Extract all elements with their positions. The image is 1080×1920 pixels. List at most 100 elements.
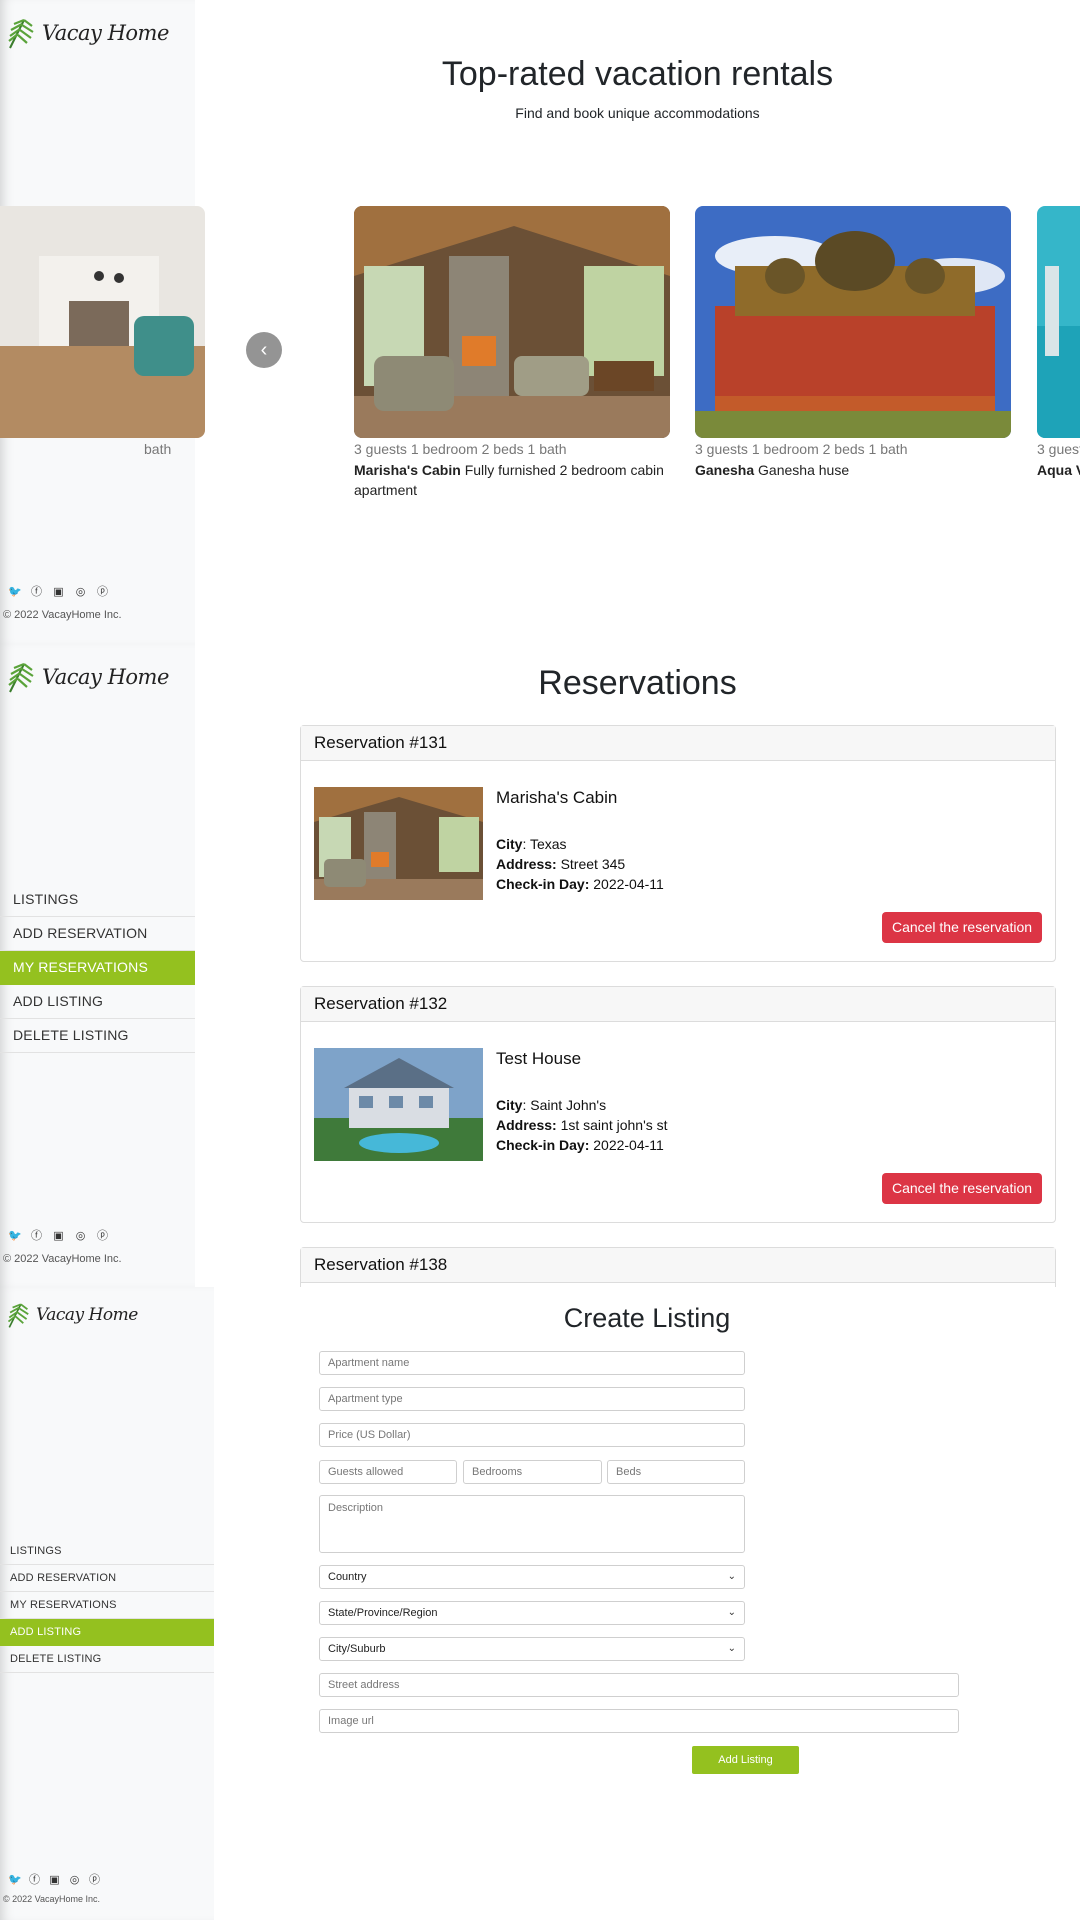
price-input[interactable]: Price (US Dollar)	[319, 1423, 745, 1447]
page-title: Create Listing	[563, 1303, 731, 1333]
apartment-name-input[interactable]: Apartment name	[319, 1351, 745, 1375]
vimeo-icon[interactable]: ▣	[48, 1874, 61, 1887]
logo[interactable]: Vacay Home	[6, 658, 169, 696]
listing-meta: 3 guests 1 bedroom 2 beds 1 bath	[695, 441, 908, 457]
pinterest-icon[interactable]: ⓟ	[96, 586, 109, 599]
carousel-prev-button[interactable]: ‹	[246, 332, 282, 368]
listing-name: Marisha's Cabin	[354, 462, 461, 478]
nav-add-listing[interactable]: Add Listing	[0, 1619, 214, 1646]
instagram-icon[interactable]: ◎	[68, 1874, 81, 1887]
chevron-down-icon: ⌄	[727, 1643, 736, 1654]
street-address-input[interactable]: Street address	[319, 1673, 959, 1697]
chevron-down-icon: ⌄	[727, 1607, 736, 1618]
reservation-address: Address: Street 345	[496, 856, 626, 872]
nav-listings[interactable]: Listings	[0, 1538, 214, 1565]
pinterest-icon[interactable]: ⓟ	[96, 1230, 109, 1243]
image-url-input[interactable]: Image url	[319, 1709, 959, 1733]
palm-leaf-icon	[8, 662, 34, 693]
brand-name: Vacay Home	[42, 665, 169, 689]
listing-meta: bath	[144, 441, 172, 457]
listing-card[interactable]: bath	[0, 206, 205, 460]
nav-listings[interactable]: Listings	[0, 883, 195, 917]
state-select[interactable]: State/Province/Region ⌄	[319, 1601, 745, 1625]
sidebar: Vacay Home Listings Add Reservation My R…	[0, 644, 195, 1287]
logo[interactable]: Vacay Home	[6, 1299, 138, 1331]
listing-image[interactable]	[354, 206, 670, 438]
listing-image[interactable]	[695, 206, 1011, 438]
facebook-icon[interactable]: ⓕ	[28, 1874, 41, 1887]
chevron-down-icon: ⌄	[727, 1571, 736, 1582]
apartment-type-input[interactable]: Apartment type	[319, 1387, 745, 1411]
brand-name: Vacay Home	[36, 1305, 138, 1325]
facebook-icon[interactable]: ⓕ	[30, 1230, 43, 1243]
reservation-address: Address: 1st saint john's st	[496, 1117, 668, 1133]
city-select[interactable]: City/Suburb ⌄	[319, 1637, 745, 1661]
instagram-icon[interactable]: ◎	[74, 586, 87, 599]
palm-leaf-icon	[8, 18, 34, 49]
listings-screen: Vacay Home Listings Add Reservation My R…	[0, 0, 1080, 644]
listing-description: Aqua V	[1037, 460, 1080, 480]
reservation-listing-name: Marisha's Cabin	[496, 788, 618, 807]
nav-add-reservation[interactable]: Add Reservation	[0, 1565, 214, 1592]
listing-card[interactable]: 3 guests Aqua V	[1037, 206, 1080, 480]
reservation-city: City: Texas	[496, 836, 567, 852]
twitter-icon[interactable]: 🐦	[8, 1230, 22, 1243]
cancel-reservation-button[interactable]: Cancel the reservation	[882, 1173, 1042, 1204]
facebook-icon[interactable]: ⓕ	[30, 586, 43, 599]
copyright: © 2022 VacayHome Inc.	[3, 609, 122, 621]
nav-delete-listing[interactable]: Delete Listing	[0, 1646, 214, 1673]
guests-input[interactable]: Guests allowed	[319, 1460, 457, 1484]
listing-meta: 3 guests	[1037, 441, 1080, 457]
reservation-city: City: Saint John's	[496, 1097, 607, 1113]
cancel-reservation-button[interactable]: Cancel the reservation	[882, 912, 1042, 943]
page-title: Top-rated vacation rentals	[441, 55, 834, 93]
twitter-icon[interactable]: 🐦	[8, 1874, 22, 1887]
country-select[interactable]: Country ⌄	[319, 1565, 745, 1589]
nav-delete-listing[interactable]: Delete Listing	[0, 1019, 195, 1053]
twitter-icon[interactable]: 🐦	[8, 586, 22, 599]
reservation-image	[314, 1048, 483, 1161]
description-textarea[interactable]: Description	[319, 1495, 745, 1553]
beds-input[interactable]: Beds	[607, 1460, 745, 1484]
sidebar-nav: Listings Add Reservation My Reservations…	[0, 1538, 214, 1673]
chevron-left-icon: ‹	[260, 339, 268, 361]
listing-description: Ganesha Ganesha huse	[695, 462, 850, 478]
reservation-checkin: Check-in Day: 2022-04-11	[496, 1137, 664, 1153]
instagram-icon[interactable]: ◎	[74, 1230, 87, 1243]
listing-image[interactable]	[1037, 206, 1080, 438]
reservation-image	[314, 787, 483, 900]
social-links: 🐦 ⓕ ▣ ◎ ⓟ	[8, 586, 109, 599]
nav-add-reservation[interactable]: Add Reservation	[0, 917, 195, 951]
vimeo-icon[interactable]: ▣	[52, 1230, 65, 1243]
listing-meta: 3 guests 1 bedroom 2 beds 1 bath	[354, 441, 567, 457]
logo[interactable]: Vacay Home	[6, 14, 169, 52]
listing-name: Ganesha	[695, 462, 755, 478]
copyright: © 2022 VacayHome Inc.	[3, 1894, 101, 1904]
create-listing-screen: Vacay Home Listings Add Reservation My R…	[0, 1287, 1080, 1920]
brand-name: Vacay Home	[42, 21, 169, 45]
reservations-screen: Vacay Home Listings Add Reservation My R…	[0, 644, 1080, 1287]
listing-card[interactable]: 3 guests 1 bedroom 2 beds 1 bath Ganesha…	[695, 206, 1011, 480]
reservation-checkin: Check-in Day: 2022-04-11	[496, 876, 664, 892]
social-links: 🐦 ⓕ ▣ ◎ ⓟ	[8, 1230, 109, 1243]
reservation-header: Reservation #132	[301, 987, 1055, 1022]
listing-name: Aqua V	[1037, 462, 1080, 478]
copyright: © 2022 VacayHome Inc.	[3, 1253, 122, 1265]
listing-card[interactable]: 3 guests 1 bedroom 2 beds 1 bath Marisha…	[354, 206, 670, 500]
add-listing-button[interactable]: Add Listing	[692, 1746, 799, 1774]
reservation-card: Reservation #138	[300, 1247, 1056, 1287]
sidebar-nav: Listings Add Reservation My Reservations…	[0, 883, 195, 1053]
listing-description: Marisha's Cabin Fully furnished 2 bedroo…	[354, 462, 664, 498]
listing-image[interactable]	[0, 206, 205, 438]
page-title: Reservations	[538, 664, 737, 702]
nav-my-reservations[interactable]: My Reservations	[0, 1592, 214, 1619]
nav-add-listing[interactable]: Add Listing	[0, 985, 195, 1019]
pinterest-icon[interactable]: ⓟ	[88, 1874, 101, 1887]
bedrooms-input[interactable]: Bedrooms	[463, 1460, 602, 1484]
social-links: 🐦 ⓕ ▣ ◎ ⓟ	[8, 1874, 101, 1887]
sidebar: Vacay Home Listings Add Reservation My R…	[0, 1287, 214, 1920]
reservation-card: Reservation #131 Marisha's Cabin City: T…	[300, 725, 1056, 962]
reservation-card: Reservation #132 Test House City: Saint …	[300, 986, 1056, 1223]
vimeo-icon[interactable]: ▣	[52, 586, 65, 599]
nav-my-reservations[interactable]: My Reservations	[0, 951, 195, 985]
